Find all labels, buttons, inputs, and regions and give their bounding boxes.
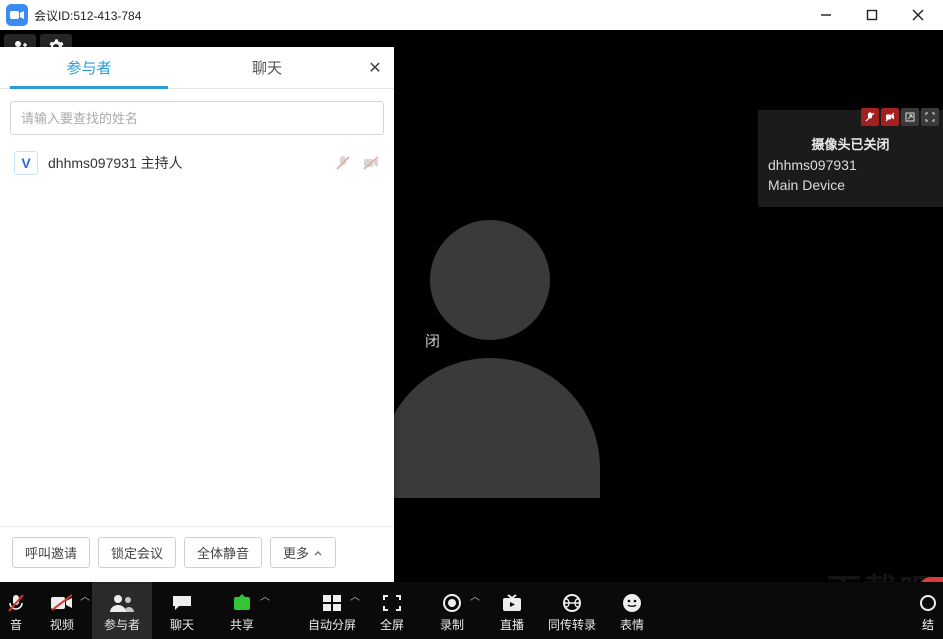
app-icon xyxy=(6,4,28,26)
toolbar-emoji[interactable]: + 表情 xyxy=(602,582,662,639)
camera-off-icon[interactable] xyxy=(881,108,899,126)
tile-camera-label: 摄像头已关闭 xyxy=(768,134,933,153)
participant-row[interactable]: V dhhms097931 主持人 xyxy=(0,143,394,183)
tab-participants[interactable]: 参与者 xyxy=(0,47,178,88)
mute-all-button[interactable]: 全体静音 xyxy=(184,537,262,568)
participants-search-input[interactable] xyxy=(10,101,384,135)
tab-chat[interactable]: 聊天 xyxy=(178,47,356,88)
toolbar-fullscreen[interactable]: 全屏 xyxy=(362,582,422,639)
toolbar-transcribe[interactable]: 同传转录 xyxy=(542,582,602,639)
self-view-tile[interactable]: 摄像头已关闭 dhhms097931 Main Device xyxy=(758,110,943,207)
chevron-up-icon[interactable]: ︿ xyxy=(260,588,270,603)
toolbar-video-label: 视频 xyxy=(50,616,74,633)
mic-muted-icon xyxy=(334,154,352,172)
toolbar-share-label: 共享 xyxy=(230,616,254,633)
toolbar-record[interactable]: ︿ 录制 xyxy=(422,582,482,639)
chevron-up-icon[interactable]: ︿ xyxy=(80,588,90,603)
invite-button[interactable]: 呼叫邀请 xyxy=(12,537,90,568)
toolbar-audio[interactable]: 音 xyxy=(0,582,32,639)
toolbar-transcribe-label: 同传转录 xyxy=(548,616,596,633)
toolbar-share[interactable]: ︿ 共享 xyxy=(212,582,272,639)
main-video-badge: 闭 xyxy=(425,330,440,351)
main-video-placeholder xyxy=(380,220,600,500)
toolbar-chat[interactable]: 聊天 xyxy=(152,582,212,639)
chevron-up-icon[interactable]: ︿ xyxy=(350,588,360,603)
toolbar-end[interactable]: 结 xyxy=(913,582,943,639)
bottom-toolbar: 音 ︿ 视频 参与者 聊天 ︿ 共享 ︿ 自动分屏 全屏 xyxy=(0,582,943,639)
window-minimize-button[interactable] xyxy=(803,0,849,30)
toolbar-audio-label: 音 xyxy=(10,616,22,633)
tile-username: dhhms097931 xyxy=(768,157,933,173)
participant-name: dhhms097931 主持人 xyxy=(48,153,324,173)
tile-device: Main Device xyxy=(768,177,933,193)
window-close-button[interactable] xyxy=(895,0,941,30)
expand-icon[interactable] xyxy=(921,108,939,126)
window-maximize-button[interactable] xyxy=(849,0,895,30)
toolbar-participants-label: 参与者 xyxy=(104,616,140,633)
more-button[interactable]: 更多 xyxy=(270,537,336,568)
toolbar-live-label: 直播 xyxy=(500,616,524,633)
toolbar-live[interactable]: 直播 xyxy=(482,582,542,639)
camera-off-icon xyxy=(362,154,380,172)
toolbar-autosplit-label: 自动分屏 xyxy=(308,616,356,633)
toolbar-video[interactable]: ︿ 视频 xyxy=(32,582,92,639)
toolbar-end-label: 结 xyxy=(922,616,934,633)
toolbar-record-label: 录制 xyxy=(440,616,464,633)
pip-icon[interactable] xyxy=(901,108,919,126)
participant-avatar: V xyxy=(14,151,38,175)
participants-panel: 参与者 聊天 ✕ V dhhms097931 主持人 呼叫邀请 锁定会议 全体静… xyxy=(0,47,394,582)
toolbar-chat-label: 聊天 xyxy=(170,616,194,633)
mic-muted-icon[interactable] xyxy=(861,108,879,126)
window-title: 会议ID:512-413-784 xyxy=(34,7,141,24)
panel-close-button[interactable]: ✕ xyxy=(356,47,394,88)
toolbar-participants[interactable]: 参与者 xyxy=(92,582,152,639)
lock-meeting-button[interactable]: 锁定会议 xyxy=(98,537,176,568)
toolbar-autosplit[interactable]: ︿ 自动分屏 xyxy=(302,582,362,639)
toolbar-fullscreen-label: 全屏 xyxy=(380,616,404,633)
svg-text:+: + xyxy=(637,593,642,601)
toolbar-emoji-label: 表情 xyxy=(620,616,644,633)
chevron-up-icon[interactable]: ︿ xyxy=(470,588,480,603)
